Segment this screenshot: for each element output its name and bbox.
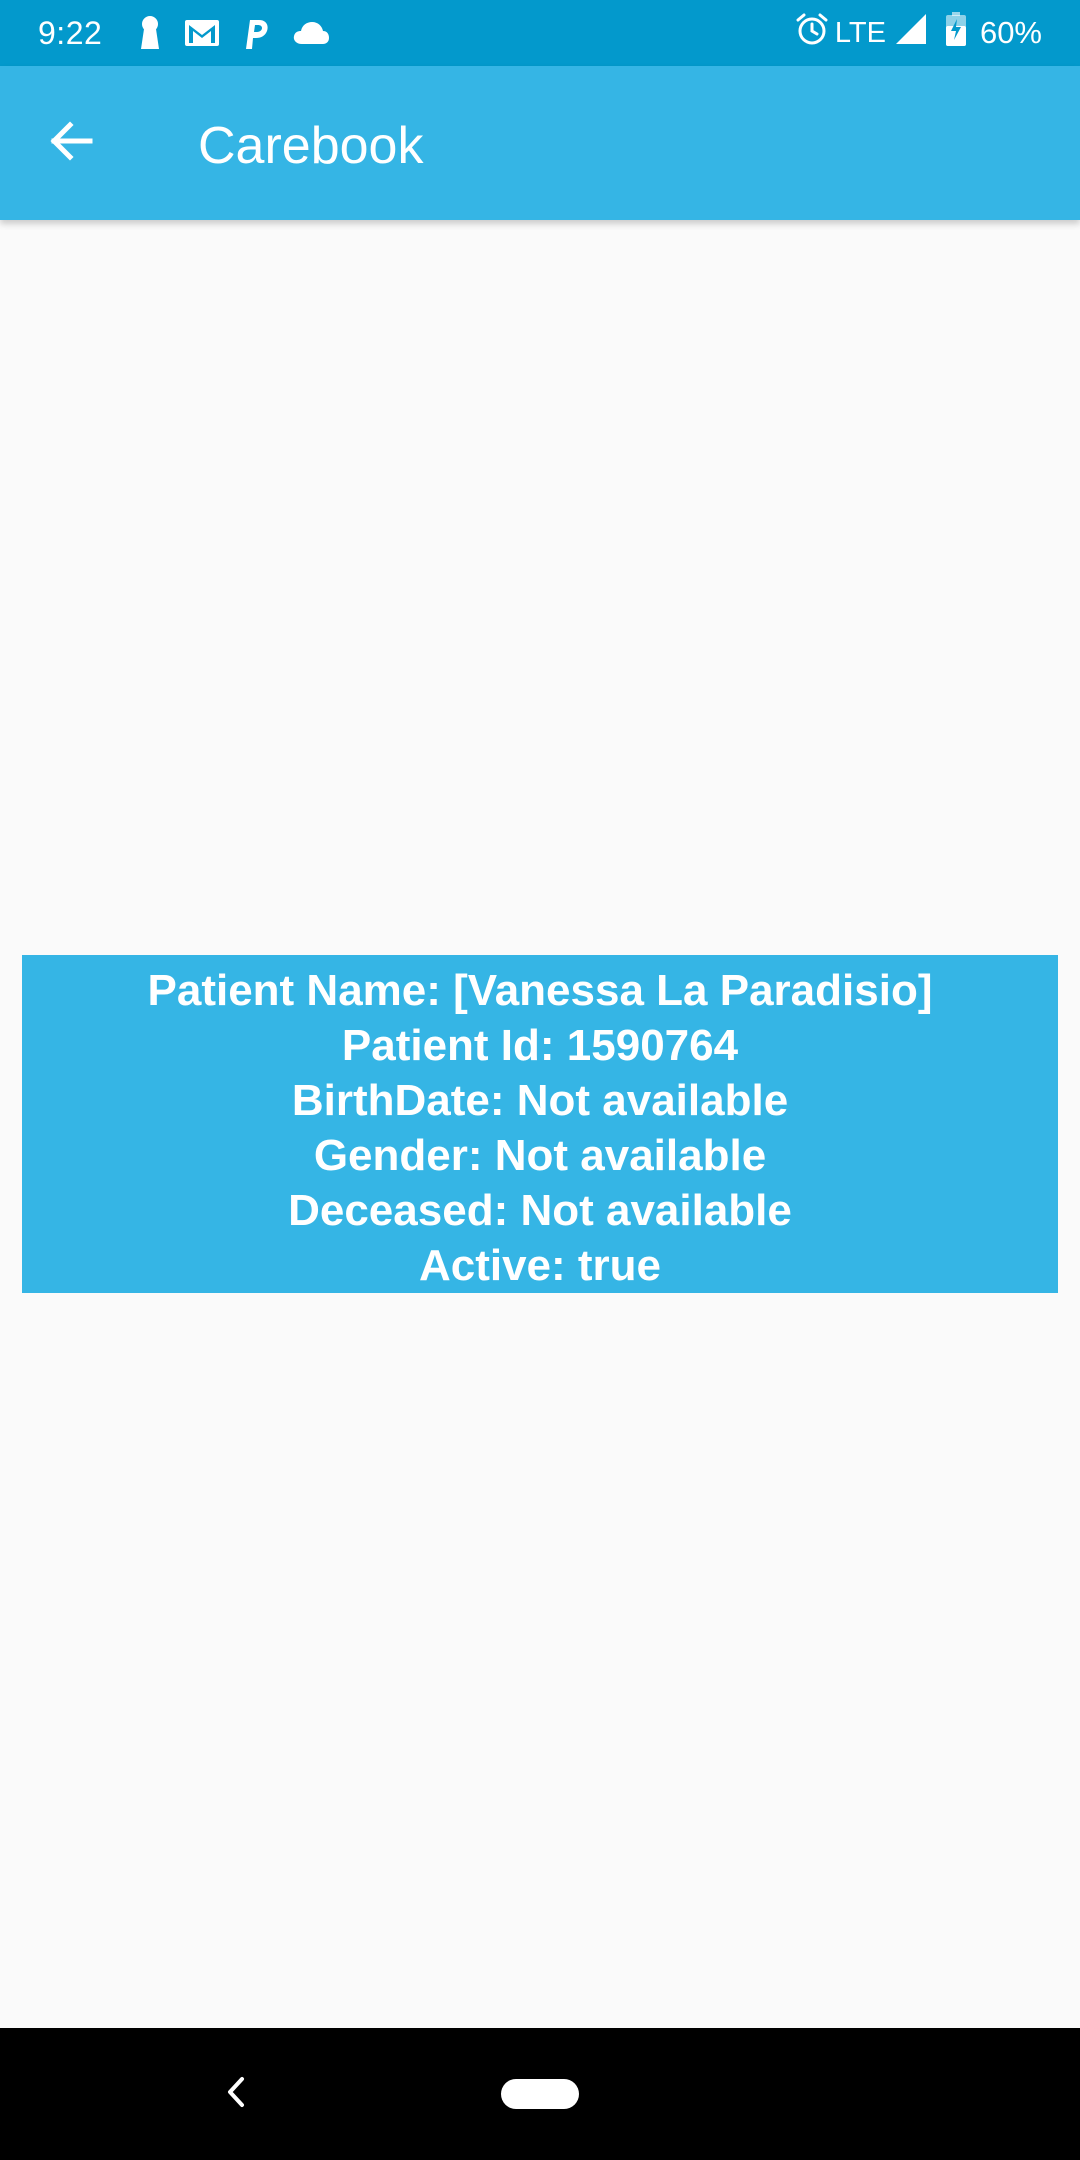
network-type: LTE (834, 16, 886, 49)
patient-active: Active: true (418, 1241, 662, 1290)
patient-gender: Gender: Not available (313, 1131, 767, 1180)
patient-id: Patient Id: 1590764 (341, 1021, 739, 1070)
nav-back-button[interactable] (218, 2076, 254, 2112)
back-button[interactable] (38, 111, 102, 175)
screen: 9:22 LTE 60% Carebook Patient Name: [Van… (0, 0, 1080, 2160)
keyhole-icon (138, 15, 162, 51)
status-right-group: LTE 60% (795, 12, 1042, 54)
nav-home-pill[interactable] (501, 2079, 579, 2109)
arrow-back-icon (46, 117, 94, 170)
cloud-icon (292, 20, 330, 46)
notification-icons (138, 14, 330, 52)
status-time: 9:22 (38, 15, 103, 51)
app-bar: Carebook (0, 66, 1080, 220)
patient-deceased: Deceased: Not available (288, 1186, 792, 1235)
navigation-bar (0, 2028, 1080, 2160)
patient-info-card: Patient Name: [Vanessa La Paradisio] Pat… (22, 955, 1058, 1293)
p-icon (242, 16, 270, 50)
app-title: Carebook (198, 117, 424, 175)
chevron-left-icon (224, 2075, 248, 2114)
signal-icon (894, 12, 928, 54)
patient-name: Patient Name: [Vanessa La Paradisio] (147, 966, 933, 1015)
patient-birthdate: BirthDate: Not available (291, 1076, 789, 1125)
alarm-icon (795, 12, 829, 54)
battery-icon (945, 12, 966, 54)
status-bar: 9:22 LTE 60% (0, 0, 1080, 66)
battery-percent: 60% (979, 15, 1042, 50)
gmail-icon (184, 19, 220, 47)
